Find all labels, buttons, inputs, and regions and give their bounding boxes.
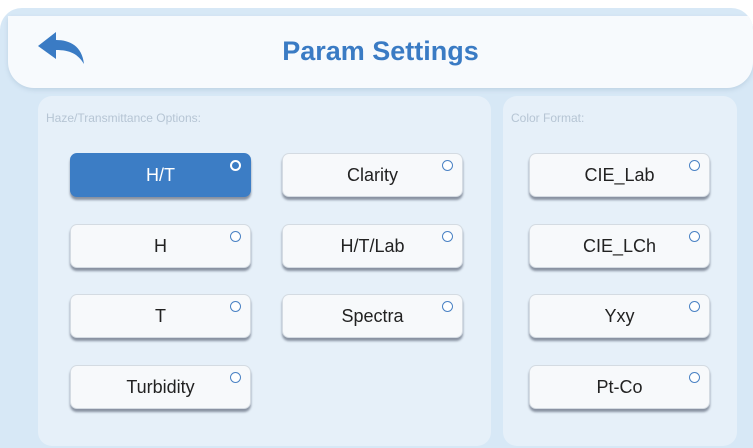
radio-indicator-icon: [442, 301, 453, 312]
radio-indicator-icon: [230, 301, 241, 312]
radio-indicator-icon: [689, 301, 700, 312]
radio-indicator-icon: [689, 372, 700, 383]
option-label: H/T: [146, 164, 175, 185]
option-h-t[interactable]: H/T: [70, 153, 251, 197]
color-format-label: Color Format:: [511, 111, 585, 125]
radio-indicator-icon: [689, 160, 700, 171]
option-cie-lab[interactable]: CIE_Lab: [529, 153, 710, 197]
option-label: H/T/Lab: [340, 235, 405, 256]
option-spectra[interactable]: Spectra: [282, 294, 463, 338]
option-label: Clarity: [346, 164, 398, 185]
radio-indicator-icon: [442, 160, 453, 171]
radio-indicator-icon: [442, 231, 453, 242]
haze-options-label: Haze/Transmittance Options:: [46, 111, 201, 125]
option-label: Yxy: [604, 305, 635, 326]
haze-options-panel: Haze/Transmittance Options: H/T Clarity …: [38, 96, 491, 446]
option-pt-co[interactable]: Pt-Co: [529, 365, 710, 409]
radio-indicator-icon: [230, 372, 241, 383]
page-title: Param Settings: [282, 36, 479, 66]
radio-indicator-icon: [689, 231, 700, 242]
option-h[interactable]: H: [70, 224, 251, 268]
option-turbidity[interactable]: Turbidity: [70, 365, 251, 409]
header-bar: Param Settings: [8, 16, 753, 88]
color-format-panel: Color Format: CIE_Lab CIE_LCh Yxy Pt-Co: [503, 96, 737, 446]
option-label: Spectra: [341, 305, 404, 326]
option-label: H: [154, 235, 167, 256]
option-label: Pt-Co: [596, 376, 643, 397]
settings-screen: Param Settings Haze/Transmittance Option…: [0, 8, 753, 448]
option-label: Turbidity: [126, 376, 195, 397]
option-clarity[interactable]: Clarity: [282, 153, 463, 197]
option-label: CIE_Lab: [584, 164, 655, 185]
option-cie-lch[interactable]: CIE_LCh: [529, 224, 710, 268]
option-h-t-lab[interactable]: H/T/Lab: [282, 224, 463, 268]
option-label: CIE_LCh: [582, 235, 657, 256]
radio-indicator-icon: [230, 160, 241, 171]
option-label: T: [155, 305, 166, 326]
option-t[interactable]: T: [70, 294, 251, 338]
radio-indicator-icon: [230, 231, 241, 242]
option-yxy[interactable]: Yxy: [529, 294, 710, 338]
